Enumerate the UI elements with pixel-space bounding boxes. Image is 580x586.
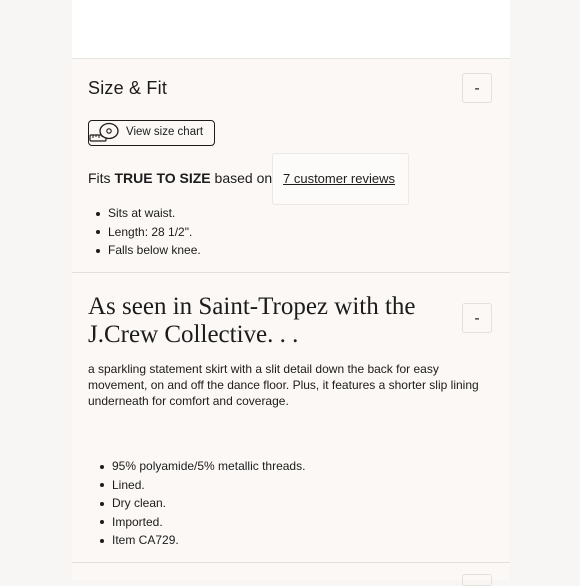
list-item: Item CA729. — [92, 531, 305, 550]
product-details-panel: Size & Fit - View size chart Fits TRUE T… — [72, 0, 510, 586]
fit-value: TRUE TO SIZE — [114, 170, 211, 186]
fit-suffix: based on — [210, 170, 273, 186]
size-fit-bullet-list: Sits at waist. Length: 28 1/2". Falls be… — [88, 204, 201, 260]
top-content-area — [72, 0, 510, 59]
view-size-chart-label: View size chart — [126, 126, 204, 138]
size-fit-title: Size & Fit — [88, 78, 168, 98]
description-collapse-button[interactable]: - — [462, 303, 492, 333]
size-fit-collapse-button[interactable]: - — [462, 73, 492, 103]
list-item: 95% polyamide/5% metallic threads. — [92, 457, 305, 476]
measuring-tape-icon — [89, 122, 119, 142]
list-item: Falls below knee. — [88, 241, 201, 260]
description-section: As seen in Saint-Tropez with the J.Crew … — [72, 273, 510, 563]
fit-summary: Fits TRUE TO SIZE based on — [88, 170, 272, 186]
customer-reviews-link[interactable]: 7 customer reviews — [283, 171, 395, 186]
list-item: Sits at waist. — [88, 204, 201, 223]
description-title: As seen in Saint-Tropez with the J.Crew … — [88, 293, 416, 348]
list-item: Imported. — [92, 513, 305, 532]
list-item: Length: 28 1/2". — [88, 223, 201, 242]
list-item: Lined. — [92, 476, 305, 495]
next-section-toggle-button[interactable] — [462, 574, 492, 586]
reviews-link-box[interactable]: 7 customer reviews — [272, 153, 409, 205]
fit-prefix: Fits — [88, 170, 115, 186]
size-fit-section: Size & Fit - View size chart Fits TRUE T… — [72, 59, 510, 273]
view-size-chart-button[interactable]: View size chart — [88, 120, 215, 146]
description-body: a sparkling statement skirt with a slit … — [88, 362, 479, 408]
list-item: Dry clean. — [92, 494, 305, 513]
description-bullet-list: 95% polyamide/5% metallic threads. Lined… — [92, 457, 305, 550]
